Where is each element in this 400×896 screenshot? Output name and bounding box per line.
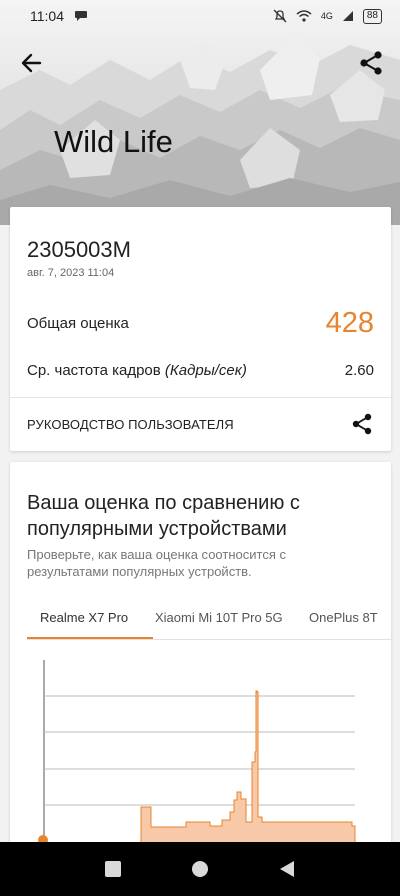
circle-icon — [191, 861, 208, 877]
mute-icon — [273, 9, 287, 23]
square-icon — [105, 861, 122, 877]
comparison-card: Ваша оценка по сравнению с популярными у… — [10, 462, 391, 862]
device-tabs: Realme X7 Pro Xiaomi Mi 10T Pro 5G OnePl… — [27, 606, 391, 640]
result-date: авг. 7, 2023 11:04 — [27, 267, 115, 279]
active-tab-indicator — [27, 637, 153, 639]
fps-row: Ср. частота кадров (Кадры/сек) 2.60 — [27, 359, 374, 381]
battery-level: 88 — [366, 10, 378, 21]
share-icon[interactable] — [350, 412, 374, 436]
tab-xiaomi-mi-10t-pro[interactable]: Xiaomi Mi 10T Pro 5G — [155, 610, 283, 625]
chat-bubble-icon — [75, 11, 87, 21]
user-guide-link[interactable]: РУКОВОДСТВО ПОЛЬЗОВАТЕЛЯ — [27, 417, 234, 432]
rock-landscape-image — [0, 35, 400, 225]
home-button[interactable] — [189, 858, 211, 880]
signal-icon — [342, 11, 353, 21]
battery-icon: 88 — [362, 8, 382, 24]
result-card: 2305003M авг. 7, 2023 11:04 Общая оценка… — [10, 207, 391, 451]
back-arrow-icon — [21, 53, 42, 73]
user-guide-row[interactable]: РУКОВОДСТВО ПОЛЬЗОВАТЕЛЯ — [27, 409, 374, 439]
comparison-title: Ваша оценка по сравнению с популярными у… — [27, 492, 300, 540]
fps-label-prefix: Ср. частота кадров — [27, 361, 165, 379]
share-button[interactable] — [357, 49, 385, 77]
system-nav-bar — [0, 842, 400, 896]
hero-banner: Wild Life — [0, 0, 400, 225]
triangle-back-icon — [279, 861, 294, 877]
status-bar: 11:04 4G 88 — [0, 0, 400, 32]
divider — [10, 397, 391, 398]
status-time: 11:04 — [30, 8, 64, 24]
network-type: 4G — [320, 11, 333, 21]
system-back-button[interactable] — [276, 858, 298, 880]
comparison-description: Проверьте, как ваша оценка соотносится с… — [27, 547, 286, 579]
tab-oneplus-8t[interactable]: OnePlus 8T — [309, 610, 378, 625]
fps-label-unit: (Кадры/сек) — [164, 361, 247, 379]
device-name: 2305003M — [27, 237, 131, 262]
score-distribution-chart — [38, 660, 356, 853]
tab-realme-x7-pro[interactable]: Realme X7 Pro — [40, 610, 128, 625]
share-icon — [360, 51, 382, 75]
score-value: 428 — [325, 306, 374, 339]
fps-value: 2.60 — [344, 361, 374, 379]
overall-score-row: Общая оценка 428 — [27, 303, 374, 343]
recents-button[interactable] — [102, 858, 124, 880]
wifi-icon — [296, 10, 312, 22]
score-label: Общая оценка — [27, 314, 129, 332]
back-button[interactable] — [18, 49, 46, 77]
page-title: Wild Life — [54, 124, 173, 159]
fps-label: Ср. частота кадров (Кадры/сек) — [27, 362, 247, 379]
